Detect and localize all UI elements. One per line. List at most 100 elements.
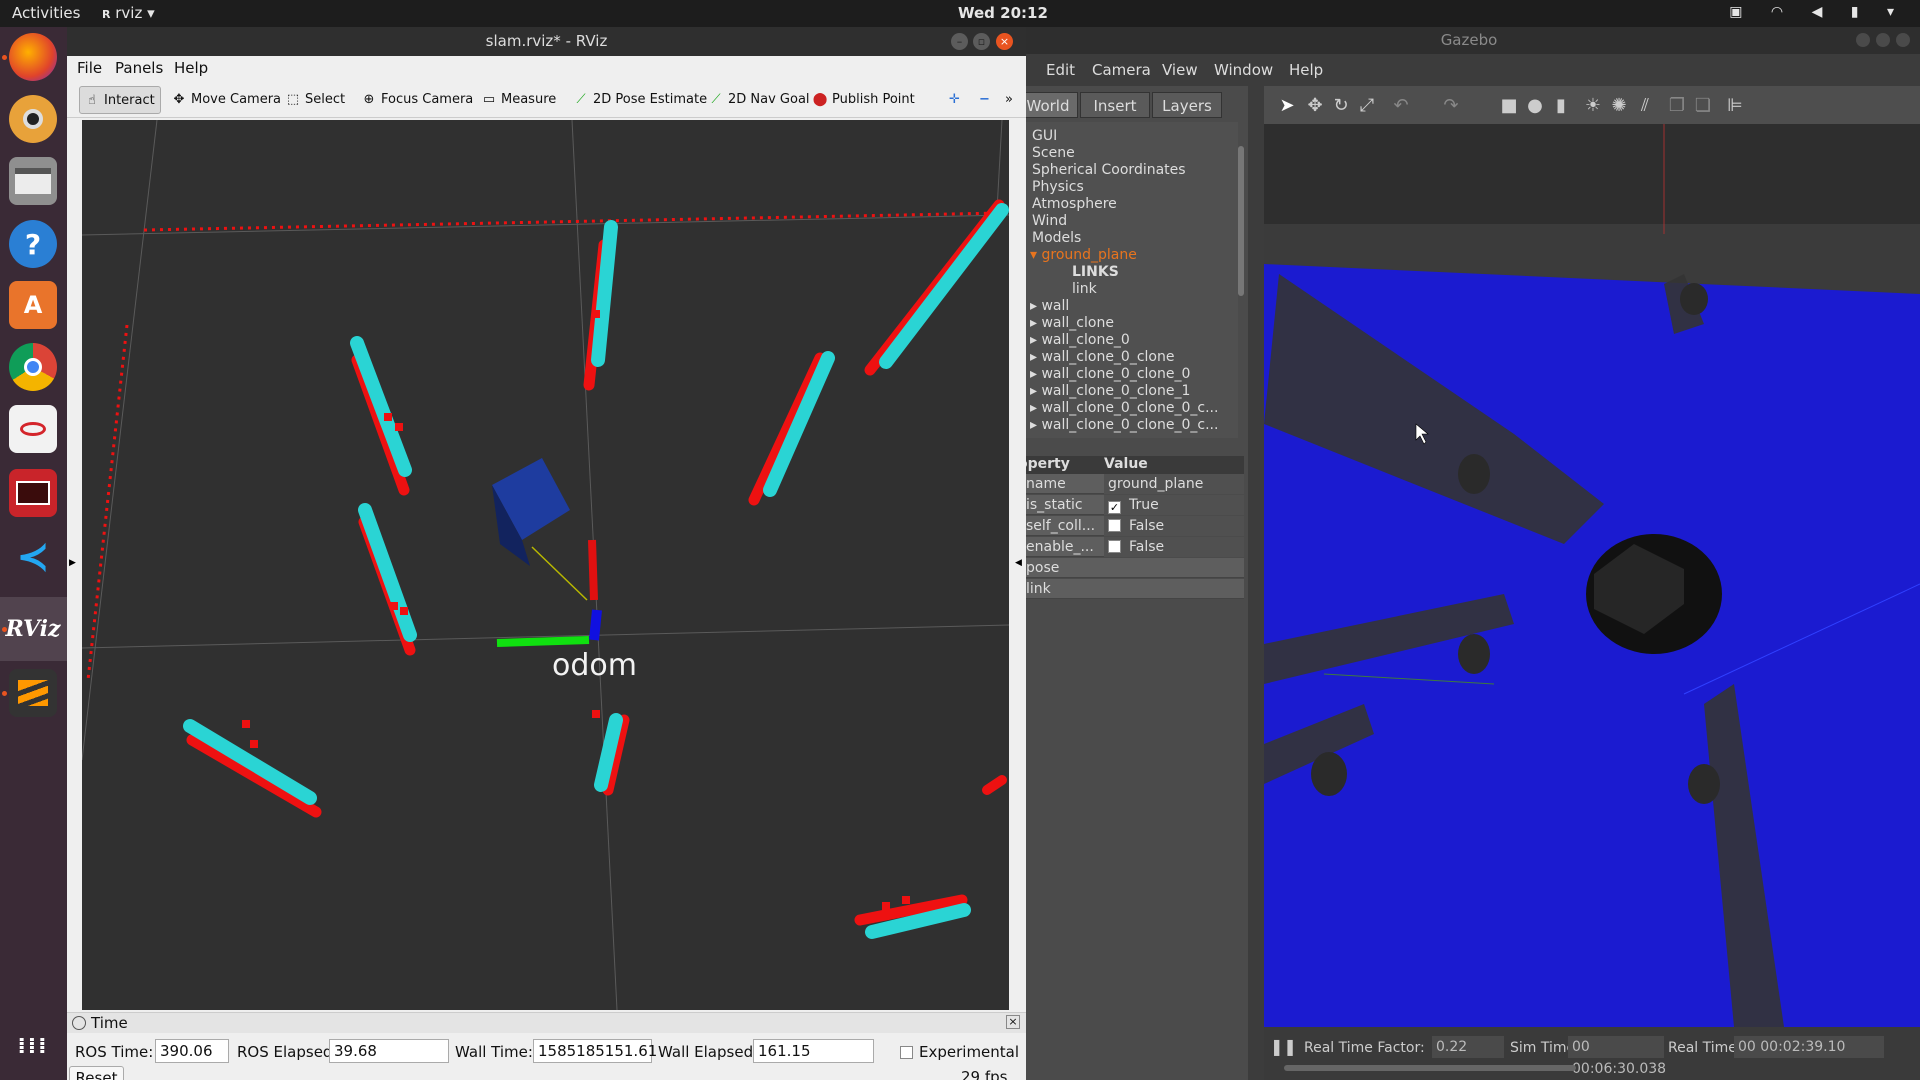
wall-elapsed-field[interactable]: 161.15 <box>753 1039 874 1063</box>
close-icon[interactable]: × <box>1006 1015 1020 1029</box>
tree-scrollbar[interactable] <box>1238 146 1244 296</box>
tree-item-models[interactable]: Models <box>1032 230 1081 246</box>
rviz-icon[interactable]: RViz <box>5 605 60 653</box>
sphere-shape-icon[interactable]: ● <box>1524 95 1546 117</box>
checkbox-icon[interactable] <box>900 1046 913 1059</box>
tree-item-wall-clone-0-clone-0[interactable]: ▸ wall_clone_0_clone_0 <box>1030 366 1190 382</box>
focus-camera-tool-button[interactable]: ⊕ Focus Camera <box>357 86 474 114</box>
tree-item-wall-c1[interactable]: ▸ wall_clone_0_clone_0_c... <box>1030 400 1218 416</box>
tree-item-link[interactable]: link <box>1072 281 1097 297</box>
chrome-icon[interactable] <box>9 343 57 391</box>
minimize-icon[interactable] <box>1856 33 1870 47</box>
menu-file[interactable]: File <box>77 59 102 77</box>
left-dock-collapse[interactable]: ▶ <box>67 118 79 1012</box>
menu-camera[interactable]: Camera <box>1092 61 1151 79</box>
prop-row-link[interactable]: link <box>1018 579 1244 599</box>
menu-help[interactable]: Help <box>1289 61 1323 79</box>
directional-light-icon[interactable]: ⫽ <box>1634 95 1656 117</box>
rhythmbox-icon[interactable] <box>9 95 57 143</box>
ros-elapsed-field[interactable]: 39.68 <box>329 1039 449 1063</box>
tree-item-wind[interactable]: Wind <box>1032 213 1067 229</box>
tree-item-wall-c2[interactable]: ▸ wall_clone_0_clone_0_c... <box>1030 417 1218 433</box>
clock[interactable]: Wed 20:12 <box>958 4 1048 22</box>
tree-item-spherical[interactable]: Spherical Coordinates <box>1032 162 1186 178</box>
translate-icon[interactable]: ✥ <box>1304 95 1326 117</box>
prop-value-is-static[interactable]: ✓ True <box>1104 495 1244 515</box>
more-tools-icon[interactable]: » <box>1001 86 1013 114</box>
checkbox-checked-icon[interactable]: ✓ <box>1108 501 1121 514</box>
copy-icon[interactable]: ❐ <box>1666 95 1688 117</box>
sublime-icon[interactable] <box>9 669 57 717</box>
ros-time-field[interactable]: 390.06 <box>155 1039 229 1063</box>
menu-edit[interactable]: Edit <box>1046 61 1075 79</box>
tree-item-scene[interactable]: Scene <box>1032 145 1075 161</box>
close-icon[interactable]: × <box>996 33 1013 50</box>
align-icon[interactable]: ⊫ <box>1724 95 1746 117</box>
pause-icon[interactable]: ❚❚ <box>1270 1037 1297 1056</box>
prop-value-name[interactable]: ground_plane <box>1104 474 1244 494</box>
close-icon[interactable] <box>1896 33 1910 47</box>
prop-row-pose[interactable]: pose <box>1018 558 1244 578</box>
point-light-icon[interactable]: ☀ <box>1582 95 1604 117</box>
select-arrow-icon[interactable]: ➤ <box>1276 95 1298 117</box>
menu-panels[interactable]: Panels <box>115 59 163 77</box>
gazebo-3d-viewport[interactable] <box>1264 124 1920 1027</box>
remove-tool-icon[interactable]: − <box>975 86 990 114</box>
reset-button[interactable]: Reset <box>69 1066 124 1080</box>
pose-estimate-tool-button[interactable]: ⟋ 2D Pose Estimate <box>569 86 707 114</box>
box-shape-icon[interactable]: ■ <box>1498 95 1520 117</box>
tree-item-wall-clone-0-clone-1[interactable]: ▸ wall_clone_0_clone_1 <box>1030 383 1190 399</box>
interact-tool-button[interactable]: ☝ Interact <box>79 86 161 114</box>
menu-help[interactable]: Help <box>174 59 208 77</box>
activities-button[interactable]: Activities <box>12 4 80 22</box>
files-icon[interactable] <box>9 157 57 205</box>
tab-world[interactable]: World <box>1018 92 1078 118</box>
firefox-icon[interactable] <box>9 33 57 81</box>
scale-icon[interactable]: ⤢ <box>1356 95 1378 117</box>
nav-goal-tool-button[interactable]: ⟋ 2D Nav Goal <box>704 86 809 114</box>
app-menu[interactable]: R rviz ▾ <box>102 4 155 22</box>
maximize-icon[interactable] <box>1876 33 1890 47</box>
help-icon[interactable]: ? <box>9 220 57 268</box>
experimental-checkbox[interactable]: Experimental <box>900 1043 1019 1061</box>
tree-item-atmosphere[interactable]: Atmosphere <box>1032 196 1117 212</box>
tree-item-gui[interactable]: GUI <box>1032 128 1057 144</box>
gazebo-title-bar[interactable]: Gazebo <box>1018 27 1920 54</box>
tree-item-wall-clone-0[interactable]: ▸ wall_clone_0 <box>1030 332 1130 348</box>
tree-item-wall[interactable]: ▸ wall <box>1030 298 1069 314</box>
system-tray[interactable]: ▣ ◠ ◀ ▮ ▾ <box>1729 4 1906 20</box>
paste-icon[interactable]: ❏ <box>1692 95 1714 117</box>
redo-icon[interactable]: ↷ <box>1440 95 1462 117</box>
move-camera-tool-button[interactable]: ✥ Move Camera <box>167 86 281 114</box>
menu-view[interactable]: View <box>1162 61 1198 79</box>
wall-time-field[interactable]: 1585185151.61 <box>533 1039 657 1063</box>
tree-item-wall-clone-0-clone[interactable]: ▸ wall_clone_0_clone <box>1030 349 1174 365</box>
terminal-icon[interactable] <box>9 469 57 517</box>
tab-insert[interactable]: Insert <box>1080 92 1150 118</box>
show-apps-grid-icon[interactable]: ⁞⁞⁞ <box>9 1023 57 1071</box>
measure-tool-button[interactable]: ▭ Measure <box>477 86 556 114</box>
spot-light-icon[interactable]: ✺ <box>1608 95 1630 117</box>
tree-item-ground-plane[interactable]: ▾ ground_plane <box>1030 247 1137 263</box>
tree-item-physics[interactable]: Physics <box>1032 179 1084 195</box>
add-tool-icon[interactable]: ✛ <box>945 86 960 114</box>
rotate-icon[interactable]: ↻ <box>1330 95 1352 117</box>
rviz-3d-viewport[interactable]: odom <box>82 120 1009 1010</box>
prop-value-self-collide[interactable]: False <box>1104 516 1244 536</box>
checkbox-icon[interactable] <box>1108 540 1121 553</box>
undo-icon[interactable]: ↶ <box>1390 95 1412 117</box>
right-dock-collapse[interactable]: ◀ <box>1011 118 1026 1012</box>
vscode-icon[interactable]: ≺ <box>9 533 57 581</box>
rviz-title-bar[interactable]: slam.rviz* - RViz – ▫ × <box>67 27 1026 56</box>
maximize-icon[interactable]: ▫ <box>973 33 990 50</box>
horizontal-scrollbar[interactable] <box>1284 1065 1576 1071</box>
tree-item-wall-clone[interactable]: ▸ wall_clone <box>1030 315 1114 331</box>
writer-icon[interactable] <box>9 405 57 453</box>
menu-window[interactable]: Window <box>1214 61 1273 79</box>
tab-layers[interactable]: Layers <box>1152 92 1222 118</box>
publish-point-tool-button[interactable]: ⬤ Publish Point <box>808 86 915 114</box>
checkbox-icon[interactable] <box>1108 519 1121 532</box>
cylinder-shape-icon[interactable]: ▮ <box>1550 95 1572 117</box>
select-tool-button[interactable]: ⬚ Select <box>281 86 345 114</box>
prop-value-enable-wind[interactable]: False <box>1104 537 1244 557</box>
